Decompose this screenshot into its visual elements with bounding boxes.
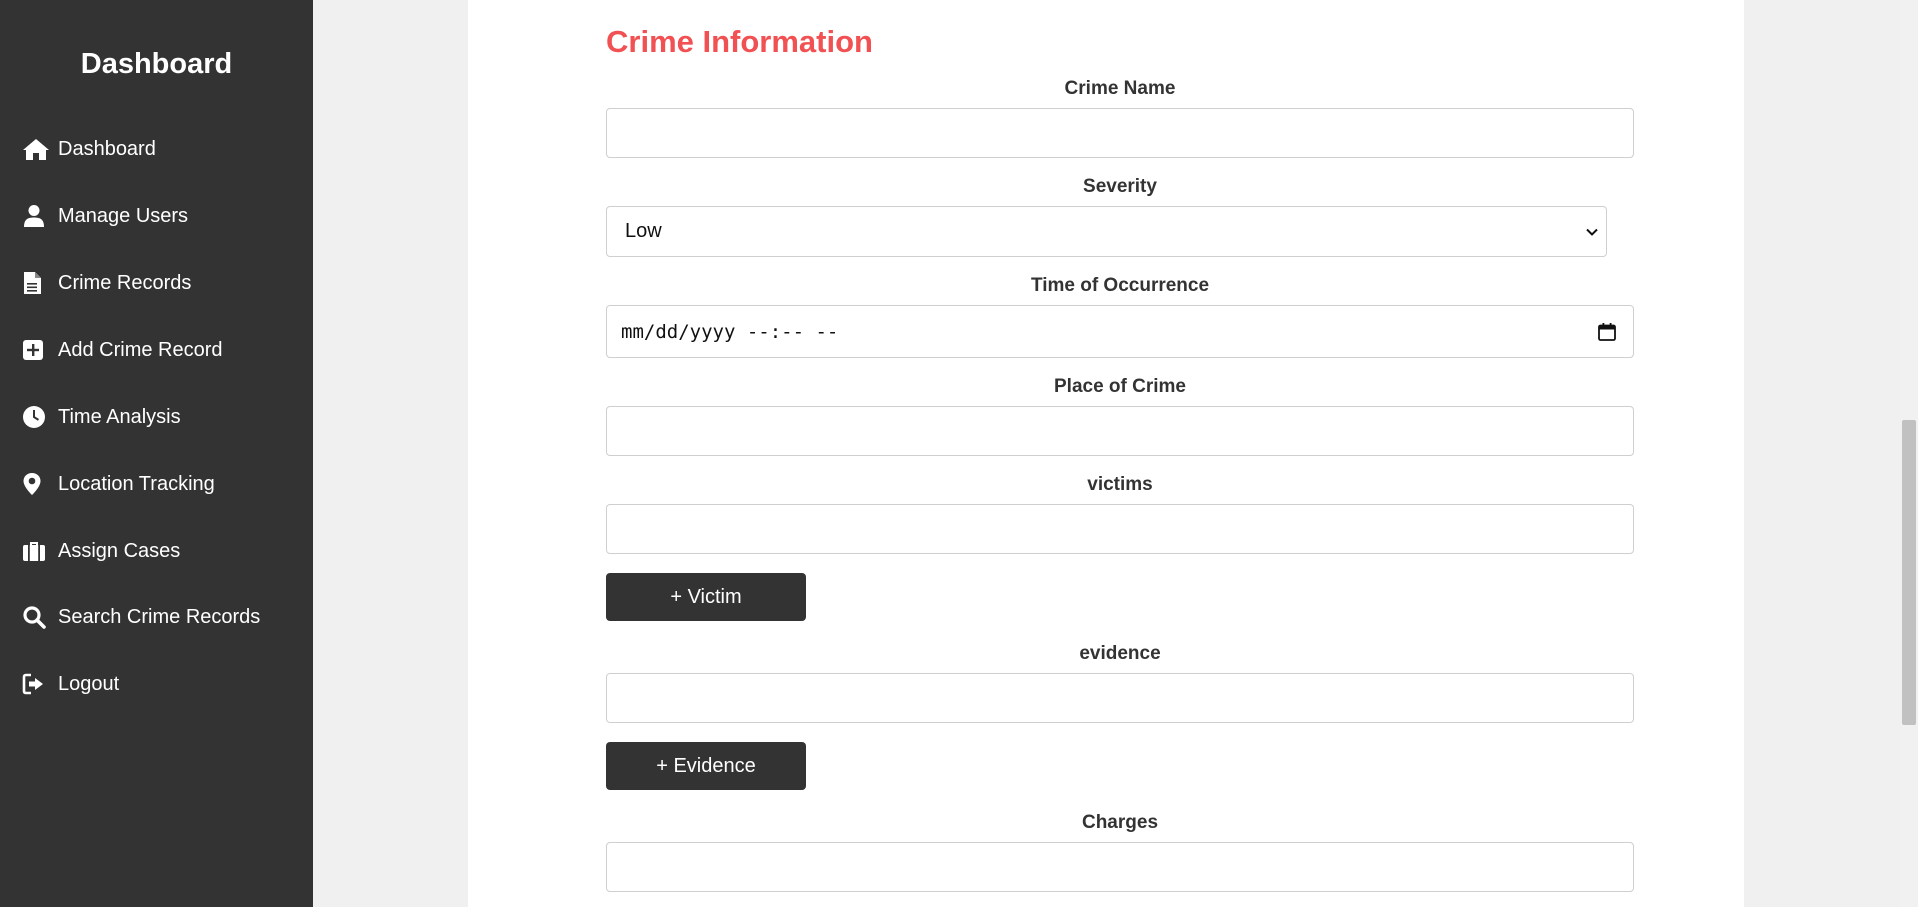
crime-name-input[interactable]	[606, 108, 1634, 158]
sidebar-item-label: Time Analysis	[58, 405, 181, 428]
home-icon	[22, 136, 52, 162]
severity-label: Severity	[1083, 176, 1157, 197]
place-of-crime-input[interactable]	[606, 406, 1634, 456]
sidebar-item-crime-records[interactable]: Crime Records	[22, 265, 191, 301]
file-icon	[22, 270, 52, 296]
sidebar-item-time-analysis[interactable]: Time Analysis	[22, 399, 181, 435]
sidebar-item-label: Add Crime Record	[58, 338, 223, 361]
evidence-label: evidence	[1079, 643, 1161, 664]
map-pin-icon	[22, 471, 52, 497]
crime-name-label: Crime Name	[1064, 78, 1176, 99]
sidebar-item-label: Manage Users	[58, 204, 189, 227]
sidebar: Dashboard Dashboard Manage Users Crime R…	[0, 0, 313, 907]
page-scrollbar-thumb[interactable]	[1902, 420, 1916, 725]
calendar-icon[interactable]	[1597, 322, 1617, 342]
sidebar-item-location-tracking[interactable]: Location Tracking	[22, 466, 215, 502]
severity-select[interactable]: Low	[606, 206, 1607, 257]
chevron-down-icon	[1586, 228, 1598, 236]
time-of-occurrence-input[interactable]: mm/dd/yyyy --:-- --	[606, 305, 1634, 358]
sidebar-item-search-crime-records[interactable]: Search Crime Records	[22, 599, 260, 635]
charges-input[interactable]	[606, 842, 1634, 892]
sidebar-item-label: Location Tracking	[58, 472, 215, 495]
victims-input[interactable]	[606, 504, 1634, 554]
sidebar-item-label: Dashboard	[58, 137, 156, 160]
severity-selected-value: Low	[625, 220, 662, 242]
sidebar-item-logout[interactable]: Logout	[22, 666, 119, 702]
plus-square-icon	[22, 337, 52, 363]
sidebar-item-dashboard[interactable]: Dashboard	[22, 131, 156, 167]
sidebar-item-manage-users[interactable]: Manage Users	[22, 198, 188, 234]
time-of-occurrence-label: Time of Occurrence	[1030, 275, 1210, 296]
search-icon	[22, 604, 52, 630]
sidebar-item-label: Search Crime Records	[58, 605, 261, 628]
sidebar-title: Dashboard	[80, 48, 233, 80]
sidebar-item-label: Assign Cases	[58, 539, 181, 562]
section-title: Crime Information	[606, 24, 873, 59]
datetime-placeholder: mm/dd/yyyy --:-- --	[621, 320, 839, 343]
evidence-input[interactable]	[606, 673, 1634, 723]
briefcase-icon	[22, 538, 52, 564]
clock-icon	[22, 404, 52, 430]
sidebar-item-add-crime-record[interactable]: Add Crime Record	[22, 332, 223, 368]
sidebar-item-label: Logout	[58, 672, 120, 695]
logout-icon	[22, 671, 52, 697]
charges-label: Charges	[1081, 812, 1159, 833]
add-victim-button[interactable]: + Victim	[606, 573, 806, 621]
victims-label: victims	[1087, 474, 1153, 495]
sidebar-item-label: Crime Records	[58, 271, 192, 294]
sidebar-item-assign-cases[interactable]: Assign Cases	[22, 533, 180, 569]
user-icon	[22, 203, 52, 229]
add-evidence-button[interactable]: + Evidence	[606, 742, 806, 790]
place-of-crime-label: Place of Crime	[1054, 376, 1186, 397]
